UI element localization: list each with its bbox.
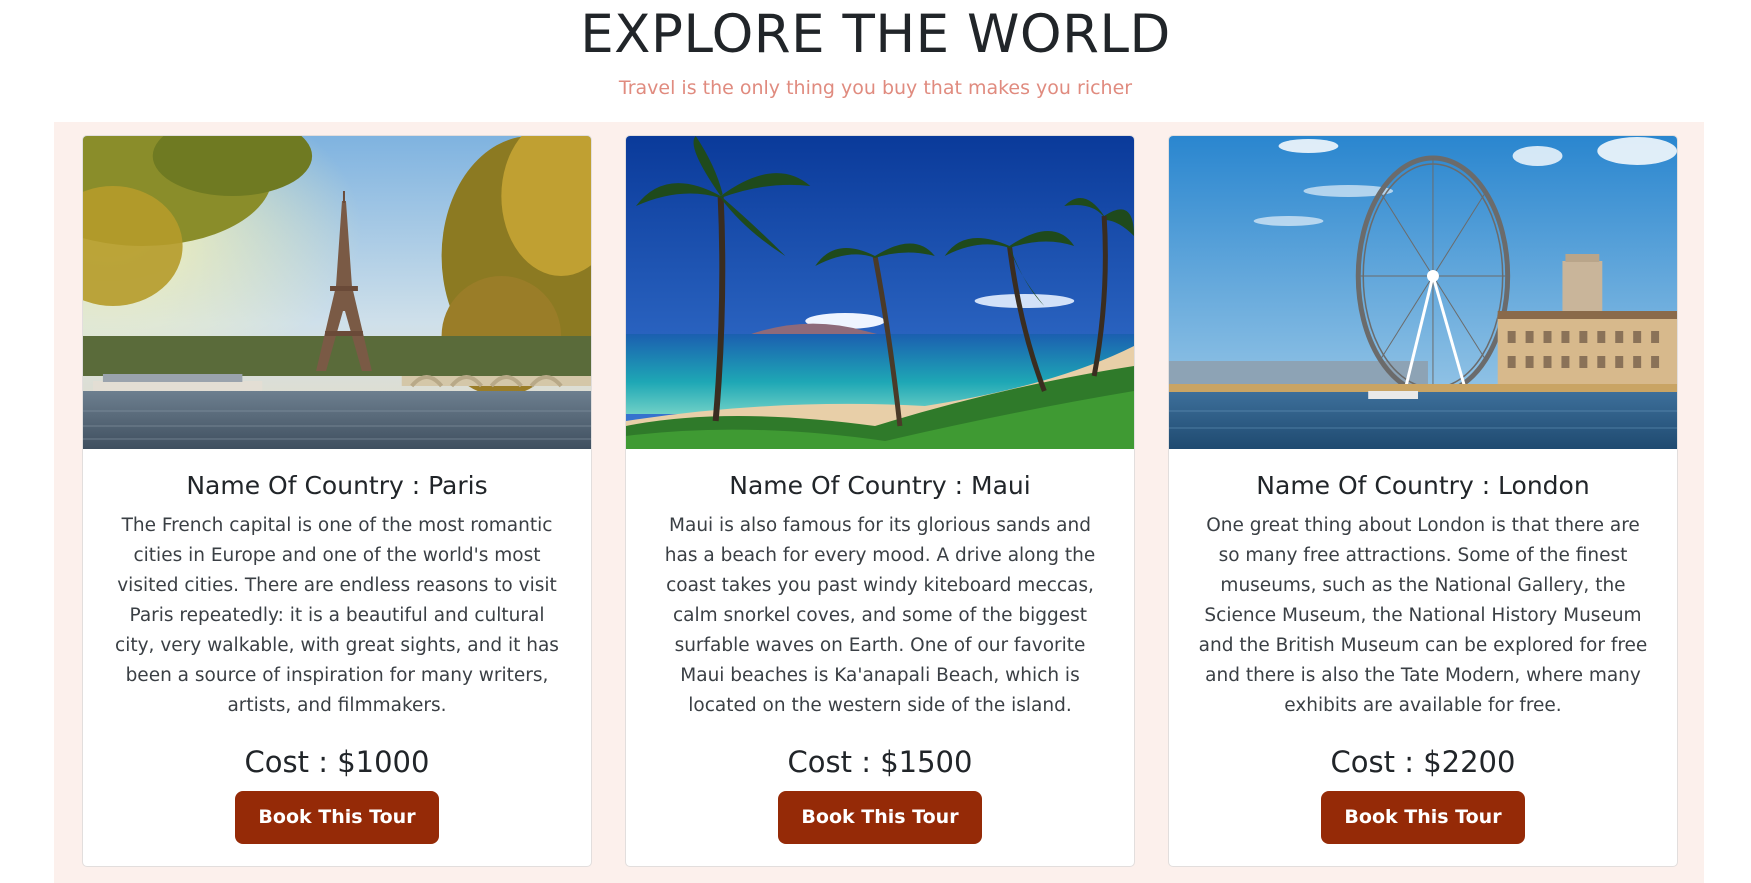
- tour-card-london: Name Of Country : London One great thing…: [1168, 135, 1678, 867]
- tour-card-maui: Name Of Country : Maui Maui is also famo…: [625, 135, 1135, 867]
- london-image: [1169, 136, 1677, 449]
- page-header: EXPLORE THE WORLD Travel is the only thi…: [0, 0, 1751, 118]
- book-tour-button-paris[interactable]: Book This Tour: [235, 791, 439, 844]
- paris-image: [83, 136, 591, 449]
- page-subtitle: Travel is the only thing you buy that ma…: [618, 77, 1133, 99]
- tropical-beach-photo: [626, 136, 1134, 449]
- page-title: EXPLORE THE WORLD: [580, 4, 1171, 65]
- card-description: Maui is also famous for its glorious san…: [664, 515, 1096, 716]
- eiffel-tower-photo: [83, 136, 591, 449]
- card-description: One great thing about London is that the…: [1198, 515, 1648, 716]
- card-description: The French capital is one of the most ro…: [115, 515, 559, 716]
- card-title: Name Of Country : Maui: [729, 471, 1031, 500]
- card-cost: Cost : $1500: [787, 745, 973, 779]
- tour-card-paris: Name Of Country : Paris The French capit…: [82, 135, 592, 867]
- book-tour-button-maui[interactable]: Book This Tour: [778, 791, 982, 844]
- london-eye-photo: [1169, 136, 1677, 449]
- card-cost: Cost : $2200: [1330, 745, 1516, 779]
- book-tour-button-london[interactable]: Book This Tour: [1321, 791, 1525, 844]
- maui-image: [626, 136, 1134, 449]
- card-cost: Cost : $1000: [244, 745, 430, 779]
- card-title: Name Of Country : London: [1256, 471, 1590, 500]
- card-title: Name Of Country : Paris: [186, 471, 488, 500]
